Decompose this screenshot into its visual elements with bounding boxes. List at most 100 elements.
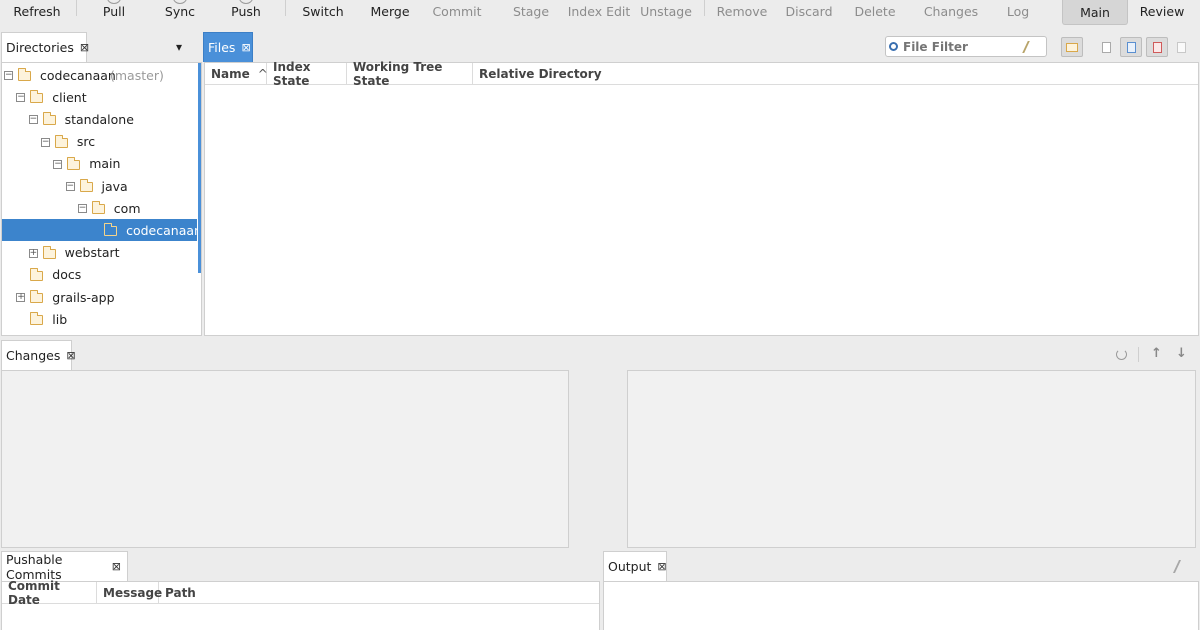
- tab-files[interactable]: Files ⊠: [203, 32, 253, 62]
- collapse-icon[interactable]: −: [4, 71, 13, 80]
- tree-item-label: codecanaan: [126, 222, 202, 238]
- folder-icon: [67, 156, 81, 170]
- next-change-arrow-down-icon[interactable]: ↓: [1176, 346, 1187, 361]
- close-icon[interactable]: ⊠: [657, 560, 666, 573]
- column-header-label: Working Tree State: [353, 59, 443, 88]
- column-header-label: Index State: [273, 59, 311, 88]
- show-ignored-icon[interactable]: [1177, 42, 1186, 53]
- changes-left-diff-pane[interactable]: [1, 370, 569, 548]
- tree-item-label: java: [101, 178, 128, 194]
- column-header-name[interactable]: Name ^: [205, 63, 268, 84]
- clear-output-icon[interactable]: [1172, 560, 1188, 573]
- tree-item[interactable]: − java: [2, 175, 197, 197]
- tab-output[interactable]: Output ⊠: [603, 551, 667, 581]
- refresh-label: Refresh: [13, 4, 61, 19]
- show-modified-button[interactable]: [1120, 37, 1142, 57]
- tree-item[interactable]: codecanaan: [2, 219, 201, 242]
- toolbar-separator: [1138, 347, 1139, 362]
- column-header-index-state[interactable]: Index State: [267, 60, 347, 88]
- switch-label: Switch: [302, 4, 344, 19]
- column-header-message[interactable]: Message: [97, 582, 162, 603]
- collapse-icon[interactable]: −: [53, 159, 63, 169]
- close-icon[interactable]: ⊠: [112, 560, 121, 573]
- column-header-label: Relative Directory: [479, 66, 602, 81]
- collapse-icon[interactable]: −: [16, 93, 26, 103]
- tree-item[interactable]: − codecanaan (master): [2, 64, 197, 86]
- pushable-commits-table[interactable]: Commit Date Message Path: [1, 579, 600, 630]
- show-files-icon[interactable]: [1102, 42, 1111, 53]
- changes-button[interactable]: Changes: [922, 0, 980, 28]
- main-perspective-button[interactable]: Main: [1062, 0, 1128, 25]
- sync-button[interactable]: Sync: [158, 0, 202, 28]
- output-console[interactable]: [603, 581, 1199, 630]
- merge-button[interactable]: Merge: [364, 0, 416, 28]
- commit-button[interactable]: Commit: [430, 0, 484, 28]
- remove-button[interactable]: Remove: [714, 0, 770, 28]
- tab-changes[interactable]: Changes ⊠: [1, 340, 76, 370]
- tree-item-label: docs: [52, 267, 82, 283]
- stage-button[interactable]: Stage: [508, 0, 554, 28]
- show-folders-button[interactable]: [1061, 37, 1083, 57]
- output-tab-label: Output: [608, 559, 652, 574]
- tree-item[interactable]: docs: [2, 264, 197, 286]
- directories-tree[interactable]: − codecanaan (master) − client − standalone − sr…: [1, 62, 202, 336]
- remove-label: Remove: [716, 4, 768, 19]
- tab-pushable-commits[interactable]: Pushable Commits ⊠: [1, 551, 128, 582]
- toolbar-separator: [285, 0, 286, 16]
- collapse-icon[interactable]: −: [40, 137, 50, 147]
- column-header-commit-date[interactable]: Commit Date: [2, 579, 97, 607]
- collapse-icon[interactable]: −: [77, 204, 87, 214]
- log-button[interactable]: Log: [1000, 0, 1036, 28]
- close-icon[interactable]: ⊠: [80, 41, 89, 54]
- tree-item-label: main: [89, 156, 121, 172]
- index-edit-button[interactable]: Index Edit: [566, 0, 632, 28]
- tree-item[interactable]: + grails-app: [2, 286, 197, 308]
- delete-button[interactable]: Delete: [850, 0, 900, 28]
- refresh-icon[interactable]: [1116, 349, 1127, 360]
- switch-button[interactable]: Switch: [298, 0, 348, 28]
- folder-icon: [30, 90, 44, 104]
- collapse-icon[interactable]: −: [65, 182, 75, 191]
- tree-item-label: com: [113, 200, 141, 216]
- refresh-button[interactable]: Refresh: [8, 0, 66, 28]
- deleted-file-icon: [1153, 42, 1162, 53]
- view-menu-chevron-down-icon[interactable]: ▾: [176, 40, 182, 54]
- modified-file-icon: [1127, 42, 1136, 53]
- push-button[interactable]: Push: [224, 0, 268, 28]
- stage-label: Stage: [512, 4, 550, 19]
- pull-button[interactable]: Pull: [92, 0, 136, 28]
- column-header-path[interactable]: Path: [159, 582, 219, 603]
- tree-item[interactable]: − standalone: [2, 108, 197, 130]
- tree-item[interactable]: − main: [2, 153, 197, 175]
- tab-directories[interactable]: Directories ⊠: [1, 32, 89, 62]
- unstage-button[interactable]: Unstage: [638, 0, 694, 28]
- discard-button[interactable]: Discard: [782, 0, 836, 28]
- column-header-relative-directory[interactable]: Relative Directory: [473, 63, 613, 84]
- expand-icon[interactable]: +: [28, 248, 38, 258]
- tree-item-label: src: [76, 134, 96, 150]
- file-filter-input[interactable]: [901, 38, 1025, 55]
- discard-label: Discard: [785, 4, 833, 19]
- close-icon[interactable]: ⊠: [66, 349, 75, 362]
- tree-item[interactable]: − client: [2, 86, 197, 108]
- toolbar-separator: [76, 0, 77, 16]
- column-header-label: Name: [211, 66, 250, 81]
- changes-right-diff-pane[interactable]: [627, 370, 1196, 548]
- expand-icon[interactable]: +: [16, 293, 26, 302]
- collapse-icon[interactable]: −: [28, 115, 38, 125]
- file-filter-field[interactable]: [885, 36, 1047, 57]
- tree-scrollbar[interactable]: [198, 63, 201, 273]
- folder-icon: [30, 312, 44, 326]
- previous-change-arrow-up-icon[interactable]: ↑: [1151, 346, 1162, 361]
- tree-item[interactable]: + webstart: [2, 242, 197, 264]
- tree-item[interactable]: − com: [2, 197, 197, 219]
- column-header-working-tree-state[interactable]: Working Tree State: [347, 60, 473, 88]
- files-table[interactable]: Name ^ Index State Working Tree State Re…: [204, 60, 1199, 336]
- tree-item-label: webstart: [64, 245, 120, 261]
- folder-icon: [1066, 43, 1078, 52]
- show-deleted-button[interactable]: [1146, 37, 1168, 57]
- close-icon[interactable]: ⊠: [241, 41, 250, 54]
- review-perspective-button[interactable]: Review: [1134, 0, 1190, 28]
- tree-item[interactable]: lib: [2, 308, 197, 330]
- tree-item[interactable]: − src: [2, 131, 197, 153]
